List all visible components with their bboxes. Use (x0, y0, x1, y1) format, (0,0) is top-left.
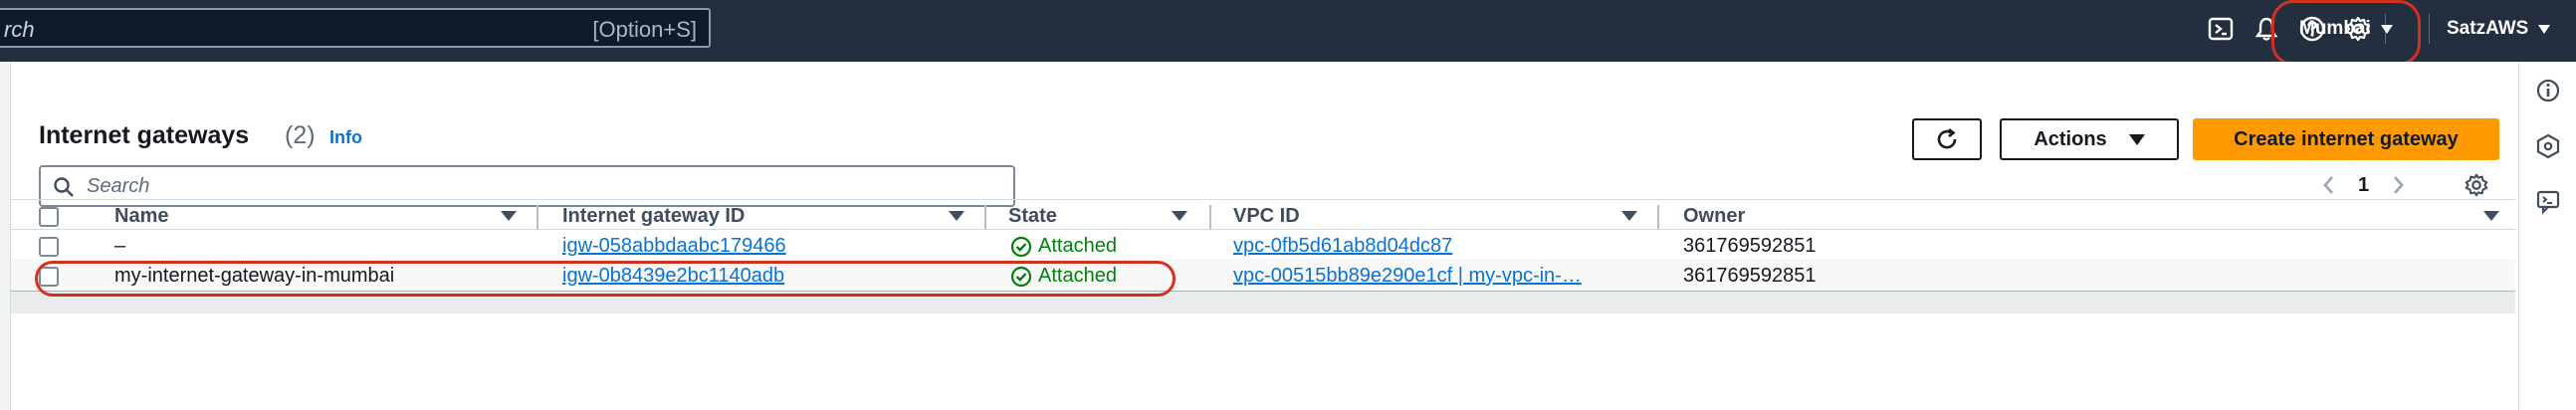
select-all-checkbox[interactable] (39, 207, 59, 227)
chevron-down-icon (2538, 24, 2551, 34)
highlight-annotation-row (35, 261, 1176, 297)
sort-icon[interactable] (2483, 211, 2499, 221)
row-igw-id-link[interactable]: igw-058abbdaabc179466 (562, 235, 786, 258)
sort-icon[interactable] (1172, 211, 1187, 221)
global-search-input[interactable]: rch [Option+S] (0, 8, 711, 48)
column-resizer[interactable] (984, 205, 986, 229)
sort-icon[interactable] (501, 211, 517, 221)
column-resizer[interactable] (537, 205, 538, 229)
row-owner: 361769592851 (1683, 265, 1817, 287)
column-resizer[interactable] (1209, 205, 1211, 229)
success-check-icon (1010, 236, 1032, 257)
topbar-divider (2429, 14, 2430, 44)
actions-button[interactable]: Actions (2000, 118, 2179, 160)
info-link[interactable]: Info (329, 127, 362, 148)
utility-panel-rail (2518, 62, 2576, 410)
column-header-owner[interactable]: Owner (1683, 205, 1745, 228)
column-header-name[interactable]: Name (114, 205, 168, 228)
actions-label: Actions (2034, 127, 2107, 150)
top-navigation-bar: rch [Option+S] Mumbai SatzAWS (0, 0, 2576, 62)
search-shortcut-hint: [Option+S] (592, 17, 697, 42)
sort-icon[interactable] (1621, 211, 1637, 221)
column-header-igw-id[interactable]: Internet gateway ID (562, 205, 745, 228)
cloudshell-icon[interactable] (2204, 12, 2238, 46)
info-icon[interactable] (2533, 76, 2563, 105)
row-state: Attached (1010, 235, 1117, 258)
chevron-left-icon[interactable] (2320, 174, 2338, 196)
page-number[interactable]: 1 (2358, 174, 2369, 197)
page-title: Internet gateways (39, 121, 250, 149)
chevron-down-icon (2128, 133, 2145, 145)
table-header-border (11, 229, 2515, 230)
search-input[interactable]: Search (39, 165, 1015, 207)
create-internet-gateway-button[interactable]: Create internet gateway (2193, 118, 2499, 160)
column-header-vpc-id[interactable]: VPC ID (1233, 205, 1300, 228)
resource-explorer-icon[interactable] (2533, 131, 2563, 161)
highlight-annotation-region (2271, 0, 2421, 66)
sort-icon[interactable] (949, 211, 965, 221)
item-count: (2) (285, 121, 316, 149)
refresh-button[interactable] (1912, 118, 1982, 160)
left-nav-collapsed-strip[interactable] (0, 62, 11, 410)
account-menu[interactable]: SatzAWS (2447, 10, 2551, 48)
table-top-border (11, 199, 2515, 200)
state-label: Attached (1038, 235, 1117, 257)
column-resizer[interactable] (1657, 205, 1659, 229)
row-checkbox[interactable] (39, 237, 59, 257)
feedback-icon[interactable] (2533, 187, 2563, 217)
internet-gateways-panel: Internet gateways (2) Info Actions Creat… (11, 62, 2515, 410)
chevron-right-icon[interactable] (2389, 174, 2407, 196)
row-vpc-id-link[interactable]: vpc-00515bb89e290e1cf | my-vpc-in-… (1233, 265, 1582, 288)
row-name: – (114, 235, 126, 257)
refresh-icon (1937, 127, 1957, 149)
row-vpc-id-link[interactable]: vpc-0fb5d61ab8d04dc87 (1233, 235, 1452, 258)
account-label: SatzAWS (2447, 18, 2529, 39)
global-search-placeholder: rch (4, 17, 35, 42)
create-button-label: Create internet gateway (2234, 127, 2459, 150)
column-header-state[interactable]: State (1008, 205, 1057, 228)
gear-icon (2465, 173, 2488, 197)
search-placeholder: Search (87, 175, 150, 197)
row-owner: 361769592851 (1683, 235, 1817, 257)
